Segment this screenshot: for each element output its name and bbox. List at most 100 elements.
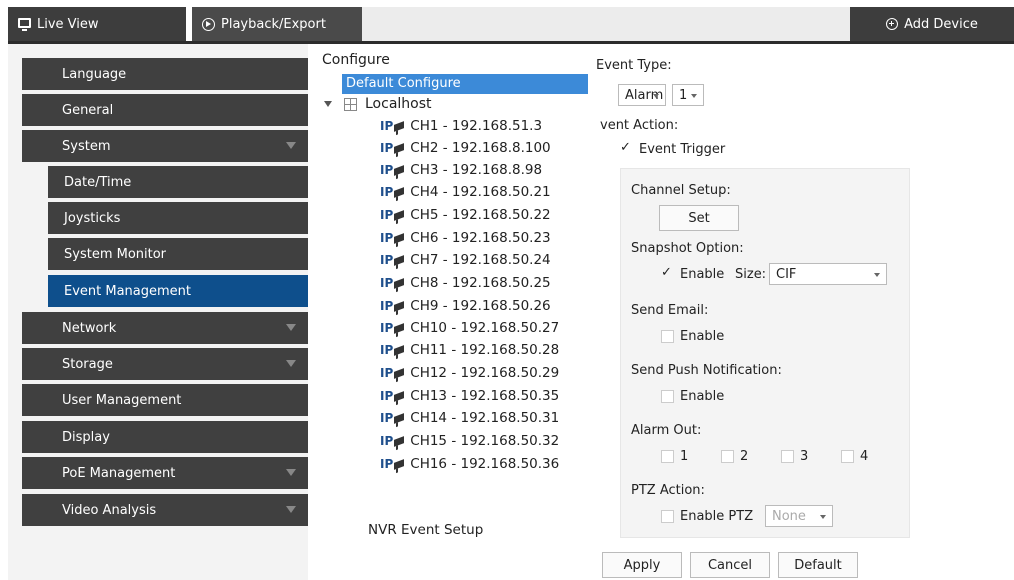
chevron-down-icon <box>286 469 296 476</box>
tree-channel-item[interactable]: IP CH14 - 192.168.50.31 <box>380 410 559 426</box>
tree-channel-item[interactable]: IP CH15 - 192.168.50.32 <box>380 433 559 449</box>
event-index-select[interactable]: 1 <box>672 84 704 106</box>
play-icon <box>202 17 215 31</box>
push-notification-label: Send Push Notification: <box>631 363 782 378</box>
sidebar-item-system-monitor[interactable]: System Monitor <box>48 238 308 270</box>
dropdown-caret-icon <box>653 94 659 98</box>
ip-camera-icon: IP <box>380 343 405 357</box>
tree-channel-item[interactable]: IP CH16 - 192.168.50.36 <box>380 456 559 472</box>
tab-playback-export[interactable]: Playback/Export <box>192 7 362 41</box>
sidebar-item-label: PoE Management <box>62 465 176 481</box>
tree-channel-item[interactable]: IP CH9 - 192.168.50.26 <box>380 298 551 314</box>
alarm-out-3-checkbox[interactable]: 3 <box>781 449 808 464</box>
tree-channel-item[interactable]: IP CH12 - 192.168.50.29 <box>380 365 559 381</box>
checkbox-checked[interactable] <box>661 265 674 281</box>
checkbox-unchecked[interactable] <box>661 330 674 343</box>
tree-header: Configure <box>322 52 390 68</box>
dropdown-caret-icon <box>874 273 880 277</box>
sidebar-item-date-time[interactable]: Date/Time <box>48 166 308 198</box>
sidebar-item-joysticks[interactable]: Joysticks <box>48 202 308 234</box>
sidebar-item-network[interactable]: Network <box>22 312 308 344</box>
ip-camera-icon: IP <box>380 411 405 425</box>
sidebar-item-label: Event Management <box>64 283 192 299</box>
ptz-action-label: PTZ Action: <box>631 483 705 498</box>
tab-live-view[interactable]: Live View <box>8 7 186 41</box>
dropdown-caret-icon <box>691 94 697 98</box>
top-bar: Live View Playback/Export Add Device <box>0 0 1014 44</box>
ip-camera-icon: IP <box>380 208 405 222</box>
expand-arrow-icon[interactable] <box>324 101 332 107</box>
add-device-button[interactable]: Add Device <box>850 7 1014 41</box>
snapshot-size-select[interactable]: CIF <box>769 263 887 285</box>
tree-channel-item[interactable]: IP CH1 - 192.168.51.3 <box>380 118 542 134</box>
set-button[interactable]: Set <box>659 205 739 231</box>
ip-camera-icon: IP <box>380 276 405 290</box>
sidebar-item-label: Network <box>62 320 117 336</box>
snapshot-option-label: Snapshot Option: <box>631 241 744 256</box>
sidebar-item-language[interactable]: Language <box>22 58 308 90</box>
alarm-out-1-checkbox[interactable]: 1 <box>661 449 688 464</box>
tree-item-nvr-event-setup[interactable]: NVR Event Setup <box>368 522 483 538</box>
sidebar-item-poe-management[interactable]: PoE Management <box>22 457 308 489</box>
sidebar-item-system[interactable]: System <box>22 130 308 162</box>
alarm-out-4-checkbox[interactable]: 4 <box>841 449 868 464</box>
alarm-out-label: Alarm Out: <box>631 423 702 438</box>
sidebar-item-general[interactable]: General <box>22 94 308 126</box>
ptz-preset-select[interactable]: None <box>765 505 833 527</box>
sidebar-item-label: General <box>62 102 114 118</box>
event-type-label: Event Type: <box>596 58 672 73</box>
tree-item-default-configure[interactable]: Default Configure <box>342 74 588 94</box>
sidebar-item-label: Video Analysis <box>62 502 157 518</box>
sidebar-item-user-management[interactable]: User Management <box>22 384 308 416</box>
event-type-select[interactable]: Alarm <box>618 84 666 106</box>
chevron-down-icon <box>286 142 296 149</box>
sidebar-item-label: Display <box>62 429 110 445</box>
tree-channel-item[interactable]: IP CH7 - 192.168.50.24 <box>380 252 551 268</box>
event-trigger-checkbox[interactable]: Event Trigger <box>620 140 725 157</box>
apply-button[interactable]: Apply <box>602 552 682 578</box>
checkbox-checked[interactable] <box>620 140 633 156</box>
sidebar-item-label: System Monitor <box>64 246 167 262</box>
add-device-label: Add Device <box>904 16 978 32</box>
sidebar-item-label: Date/Time <box>64 174 132 190</box>
ip-camera-icon: IP <box>380 366 405 380</box>
sidebar-item-display[interactable]: Display <box>22 421 308 453</box>
tree-channel-item[interactable]: IP CH2 - 192.168.8.100 <box>380 140 551 156</box>
push-enable-checkbox[interactable]: Enable <box>661 389 724 404</box>
tree-channel-item[interactable]: IP CH5 - 192.168.50.22 <box>380 207 551 223</box>
ip-camera-icon: IP <box>380 119 405 133</box>
default-button[interactable]: Default <box>778 552 858 578</box>
ptz-enable-checkbox[interactable]: Enable PTZ <box>661 509 753 524</box>
size-label: Size: <box>735 267 767 282</box>
ip-camera-icon: IP <box>380 231 405 245</box>
tree-channel-item[interactable]: IP CH4 - 192.168.50.21 <box>380 184 551 200</box>
sidebar-item-label: System <box>62 138 111 154</box>
tree-item-localhost[interactable]: Localhost <box>324 96 432 112</box>
tree-channel-item[interactable]: IP CH11 - 192.168.50.28 <box>380 342 559 358</box>
tree-channel-item[interactable]: IP CH8 - 192.168.50.25 <box>380 275 551 291</box>
add-circle-icon <box>886 18 899 30</box>
tree-channel-item[interactable]: IP CH13 - 192.168.50.35 <box>380 388 559 404</box>
dropdown-caret-icon <box>820 515 826 519</box>
sidebar-item-storage[interactable]: Storage <box>22 348 308 380</box>
sidebar-item-label: Joysticks <box>64 210 121 226</box>
ip-camera-icon: IP <box>380 389 405 403</box>
sidebar-item-video-analysis[interactable]: Video Analysis <box>22 494 308 526</box>
chevron-down-icon <box>286 360 296 367</box>
send-email-label: Send Email: <box>631 303 709 318</box>
tree-channel-item[interactable]: IP CH10 - 192.168.50.27 <box>380 320 559 336</box>
tree-channel-item[interactable]: IP CH6 - 192.168.50.23 <box>380 230 551 246</box>
alarm-out-2-checkbox[interactable]: 2 <box>721 449 748 464</box>
channel-setup-label: Channel Setup: <box>631 183 731 198</box>
ip-camera-icon: IP <box>380 299 405 313</box>
sidebar-item-event-management[interactable]: Event Management <box>48 275 308 307</box>
cancel-button[interactable]: Cancel <box>690 552 770 578</box>
ip-camera-icon: IP <box>380 321 405 335</box>
checkbox-unchecked[interactable] <box>661 390 674 403</box>
snapshot-enable-checkbox[interactable]: Enable <box>661 265 724 282</box>
tab-strip-empty <box>362 7 850 41</box>
tree-channel-item[interactable]: IP CH3 - 192.168.8.98 <box>380 162 542 178</box>
event-action-label: vent Action: <box>600 118 679 133</box>
email-enable-checkbox[interactable]: Enable <box>661 329 724 344</box>
localhost-label: Localhost <box>365 96 432 112</box>
